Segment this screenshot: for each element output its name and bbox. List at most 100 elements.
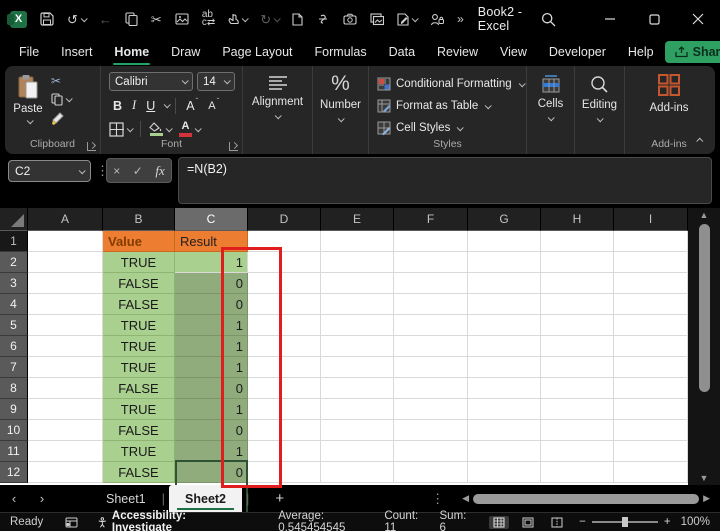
maximize-button[interactable] [632, 0, 676, 38]
cell-C11[interactable]: 1 [175, 441, 248, 462]
search-icon[interactable] [526, 0, 570, 38]
zoom-slider-thumb[interactable] [621, 517, 628, 527]
tab-developer[interactable]: Developer [538, 40, 617, 64]
cell-E7[interactable] [321, 357, 394, 378]
cell-B6[interactable]: TRUE [103, 336, 175, 357]
cell-A7[interactable] [28, 357, 103, 378]
cell-G9[interactable] [468, 399, 541, 420]
cut-button[interactable]: ✂ [51, 75, 61, 87]
cell-E9[interactable] [321, 399, 394, 420]
cell-E6[interactable] [321, 336, 394, 357]
underline-button[interactable]: U [142, 98, 159, 114]
format-as-table-button[interactable]: Format as Table [377, 95, 526, 117]
cell-C7[interactable]: 1 [175, 357, 248, 378]
close-button[interactable] [676, 0, 720, 38]
cell-A4[interactable] [28, 294, 103, 315]
cell-G8[interactable] [468, 378, 541, 399]
cell-F5[interactable] [394, 315, 468, 336]
tab-view[interactable]: View [489, 40, 538, 64]
more-commands-icon[interactable]: » [457, 13, 464, 25]
copy-button[interactable] [51, 93, 73, 106]
tab-formulas[interactable]: Formulas [304, 40, 378, 64]
cell-H12[interactable] [541, 462, 614, 483]
tab-draw[interactable]: Draw [160, 40, 211, 64]
cell-G3[interactable] [468, 273, 541, 294]
accessibility-status[interactable]: Accessibility: Investigate [98, 510, 220, 531]
cell-I10[interactable] [614, 420, 688, 441]
cell-A9[interactable] [28, 399, 103, 420]
cell-B8[interactable]: FALSE [103, 378, 175, 399]
underline-options-chevron-icon[interactable] [163, 101, 171, 109]
cell-C2[interactable]: 1 [175, 252, 248, 273]
paste-picture-icon[interactable] [175, 13, 189, 25]
find-replace-icon[interactable]: ab c⇄ [202, 10, 215, 28]
cell-F1[interactable] [394, 231, 468, 252]
cell-D7[interactable] [248, 357, 321, 378]
cell-B1[interactable]: Value [103, 231, 175, 252]
tab-help[interactable]: Help [617, 40, 665, 64]
cell-G11[interactable] [468, 441, 541, 462]
select-all-corner[interactable] [0, 208, 28, 231]
cell-B3[interactable]: FALSE [103, 273, 175, 294]
enter-icon[interactable]: ✓ [133, 164, 143, 178]
cell-D4[interactable] [248, 294, 321, 315]
cell-C3[interactable]: 0 [175, 273, 248, 294]
cell-D3[interactable] [248, 273, 321, 294]
cell-I6[interactable] [614, 336, 688, 357]
save-icon[interactable] [40, 12, 54, 26]
cell-G7[interactable] [468, 357, 541, 378]
prev-sheet-icon[interactable]: ‹ [0, 491, 28, 506]
cell-A5[interactable] [28, 315, 103, 336]
cell-D10[interactable] [248, 420, 321, 441]
cell-B12[interactable]: FALSE [103, 462, 175, 483]
scroll-up-icon[interactable]: ▲ [700, 208, 709, 222]
page-break-view-button[interactable] [547, 516, 567, 529]
zoom-out-button[interactable]: − [579, 516, 586, 528]
insert-function-icon[interactable]: fx [155, 163, 164, 179]
shrink-font-button[interactable]: Aˇ [204, 97, 223, 113]
next-sheet-icon[interactable]: › [28, 491, 56, 506]
cell-A11[interactable] [28, 441, 103, 462]
column-header-e[interactable]: E [321, 208, 394, 231]
cell-H8[interactable] [541, 378, 614, 399]
format-painter-button[interactable] [51, 112, 65, 125]
cell-A12[interactable] [28, 462, 103, 483]
cell-G12[interactable] [468, 462, 541, 483]
cancel-icon[interactable]: × [113, 164, 120, 178]
cell-C8[interactable]: 0 [175, 378, 248, 399]
back-icon[interactable]: ← [99, 13, 112, 26]
tab-file[interactable]: File [8, 40, 50, 64]
cell-G2[interactable] [468, 252, 541, 273]
horizontal-scroll-thumb[interactable] [473, 493, 700, 504]
cell-A10[interactable] [28, 420, 103, 441]
cell-A8[interactable] [28, 378, 103, 399]
cell-H9[interactable] [541, 399, 614, 420]
new-file-icon[interactable] [292, 12, 303, 26]
undo-icon[interactable]: ↺ [67, 13, 88, 26]
cell-G4[interactable] [468, 294, 541, 315]
column-header-i[interactable]: I [614, 208, 688, 231]
excel-logo-icon[interactable]: X [7, 10, 27, 28]
copy-icon[interactable] [125, 12, 138, 26]
editing-group-button[interactable]: Editing [575, 66, 625, 154]
cell-B4[interactable]: FALSE [103, 294, 175, 315]
cell-G5[interactable] [468, 315, 541, 336]
conditional-formatting-button[interactable]: Conditional Formatting [377, 73, 526, 95]
collapse-ribbon-icon[interactable] [695, 130, 704, 148]
redo-icon[interactable]: ↻ [260, 13, 281, 26]
zoom-in-button[interactable]: + [664, 516, 671, 528]
font-color-button[interactable]: A [179, 121, 202, 137]
cell-F9[interactable] [394, 399, 468, 420]
cell-C12[interactable]: 0 [175, 462, 248, 483]
tabbar-resize-handle[interactable]: ⋮ [431, 491, 444, 507]
touch-mode-icon[interactable] [228, 13, 249, 26]
row-header-11[interactable]: 11 [0, 441, 28, 462]
sheet-tab-sheet1[interactable]: Sheet1 [90, 485, 162, 512]
scroll-down-icon[interactable]: ▼ [700, 471, 709, 485]
cell-F12[interactable] [394, 462, 468, 483]
cell-I11[interactable] [614, 441, 688, 462]
cell-E10[interactable] [321, 420, 394, 441]
cell-F7[interactable] [394, 357, 468, 378]
row-header-10[interactable]: 10 [0, 420, 28, 441]
page-layout-view-button[interactable] [518, 516, 538, 529]
